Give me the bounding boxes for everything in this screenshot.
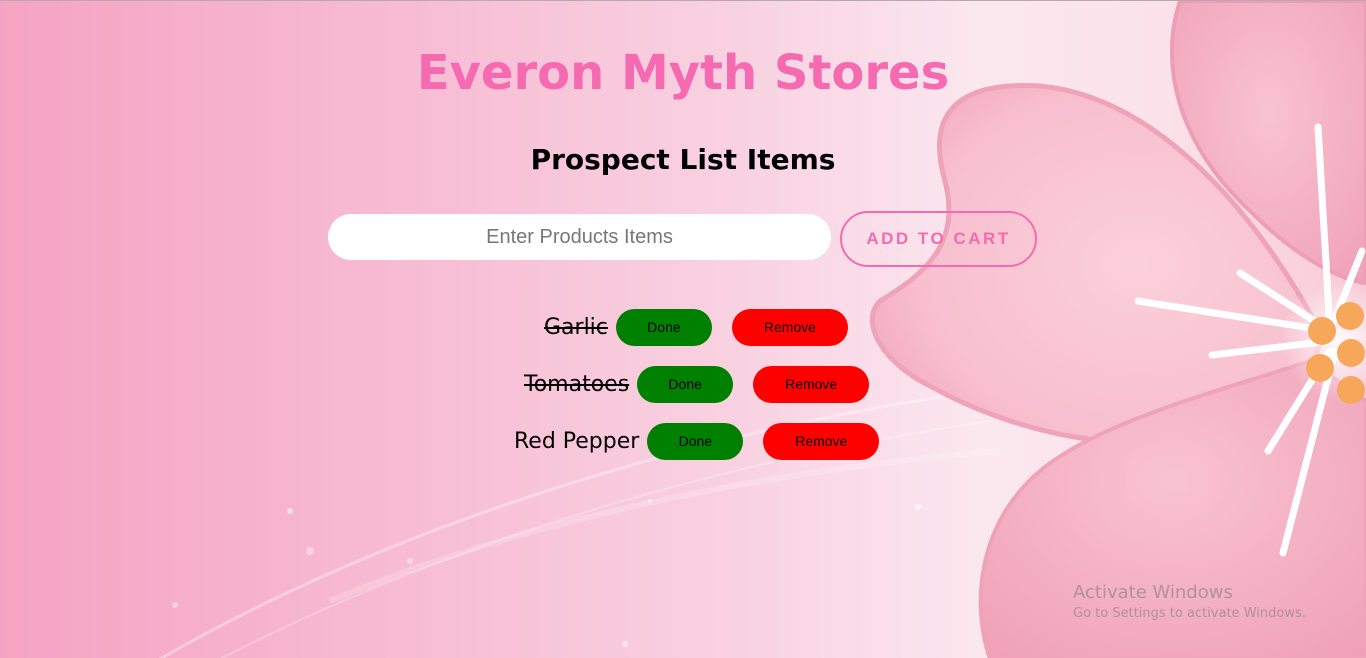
item-name: Red Pepper (514, 428, 640, 454)
remove-button[interactable]: Remove (753, 365, 870, 403)
item-name: Garlic (544, 314, 608, 340)
watermark-subtitle: Go to Settings to activate Windows. (1073, 606, 1306, 621)
done-button[interactable]: Done (637, 365, 734, 403)
product-item-input[interactable] (328, 214, 831, 260)
remove-button[interactable]: Remove (763, 422, 880, 460)
done-button[interactable]: Done (647, 422, 744, 460)
item-name: Tomatoes (524, 371, 630, 397)
list-item: Garlic Done Remove (544, 308, 848, 346)
add-to-cart-button[interactable]: ADD TO CART (840, 211, 1037, 267)
done-button[interactable]: Done (615, 308, 712, 346)
list-item: Tomatoes Done Remove (524, 365, 870, 403)
list-heading: Prospect List Items (530, 143, 836, 176)
page-title: Everon Myth Stores (416, 45, 950, 101)
activate-windows-watermark: Activate Windows Go to Settings to activ… (1073, 582, 1306, 624)
watermark-title: Activate Windows (1073, 582, 1233, 603)
remove-button[interactable]: Remove (731, 308, 848, 346)
list-item: Red Pepper Done Remove (514, 422, 880, 460)
